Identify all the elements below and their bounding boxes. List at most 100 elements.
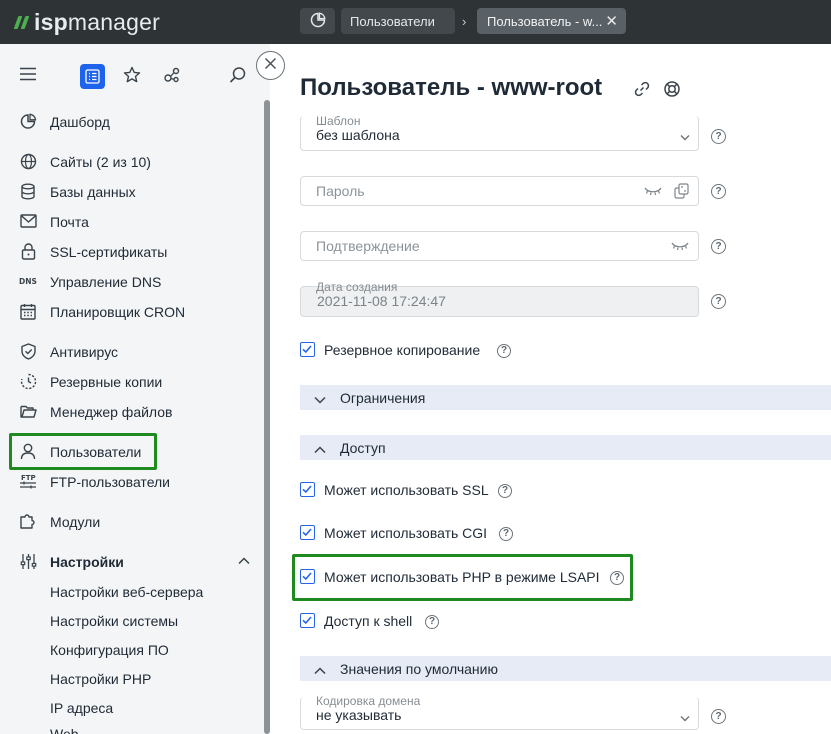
- domain-encoding-value: не указывать: [316, 707, 402, 723]
- modules-icon: [19, 512, 37, 530]
- breadcrumb-users[interactable]: Пользователи: [341, 8, 455, 34]
- folder-icon: [19, 402, 37, 420]
- globe-icon: [19, 152, 37, 170]
- domain-encoding-select[interactable]: Кодировка домена не указывать: [300, 694, 699, 730]
- hamburger-menu-icon[interactable]: [18, 64, 38, 84]
- php-lsapi-checkbox[interactable]: [300, 569, 315, 584]
- php-lsapi-label: Может использовать PHP в режиме LSAPI: [324, 569, 600, 585]
- shell-label: Доступ к shell: [324, 613, 413, 629]
- backup-help-icon[interactable]: ?: [497, 344, 511, 358]
- sidebar-subitem-webserver-settings[interactable]: Настройки веб-сервера: [50, 584, 203, 600]
- sidebar-item-ftp-users[interactable]: FTP FTP-пользователи: [0, 469, 264, 495]
- sidebar-subitem-ip-addresses[interactable]: IP адреса: [50, 700, 113, 716]
- sidebar-item-ssl[interactable]: SSL-сертификаты: [0, 239, 264, 265]
- top-bar: ispmanager Пользователи › Пользователь -…: [0, 0, 831, 44]
- cgi-checkbox-row[interactable]: Может использовать CGI: [300, 523, 500, 543]
- hide-password-icon[interactable]: [671, 239, 689, 257]
- ssl-label: Может использовать SSL: [324, 482, 489, 498]
- sidebar-item-dns[interactable]: DNS Управление DNS: [0, 269, 264, 295]
- confirm-placeholder: Подтверждение: [316, 238, 420, 254]
- mindmap-icon[interactable]: [162, 65, 182, 85]
- sidebar-subitem-php-settings[interactable]: Настройки PHP: [50, 671, 151, 687]
- sidebar-scrollbar[interactable]: [264, 100, 270, 734]
- template-label: Шаблон: [316, 114, 361, 128]
- sidebar: Дашборд Сайты (2 из 10) Базы данных Почт…: [0, 44, 270, 734]
- sidebar-item-modules[interactable]: Модули: [0, 509, 264, 535]
- ftp-icon: FTP: [19, 472, 37, 490]
- close-tab-icon[interactable]: ✕: [605, 12, 618, 30]
- sidebar-subitem-system-settings[interactable]: Настройки системы: [50, 613, 178, 629]
- sidebar-item-databases[interactable]: Базы данных: [0, 179, 264, 205]
- ssl-checkbox-row[interactable]: Может использовать SSL: [300, 480, 500, 500]
- sidebar-item-antivirus[interactable]: Антивирус: [0, 339, 264, 365]
- sidebar-item-file-manager[interactable]: Менеджер файлов: [0, 399, 264, 425]
- sidebar-item-label: Базы данных: [50, 184, 136, 200]
- mail-icon: [19, 212, 37, 230]
- hide-password-icon[interactable]: [644, 184, 662, 202]
- sidebar-item-label: Менеджер файлов: [50, 404, 173, 420]
- template-select[interactable]: Шаблон без шаблона: [300, 114, 699, 151]
- sidebar-item-dashboard[interactable]: Дашборд: [0, 109, 264, 135]
- star-icon[interactable]: [122, 65, 142, 85]
- creation-date-value: 2021-11-08 17:24:47: [317, 293, 446, 309]
- svg-text:FTP: FTP: [21, 474, 36, 482]
- sidebar-item-label: Почта: [50, 214, 89, 230]
- template-help-icon[interactable]: ?: [711, 129, 726, 144]
- close-form-button[interactable]: [256, 51, 285, 80]
- section-limits-label: Ограничения: [340, 390, 426, 406]
- shell-checkbox[interactable]: [300, 613, 315, 628]
- domain-encoding-help-icon[interactable]: ?: [711, 709, 726, 724]
- chevron-up-icon: [314, 662, 326, 678]
- sidebar-item-backups[interactable]: Резервные копии: [0, 369, 264, 395]
- section-defaults-label: Значения по умолчанию: [340, 661, 498, 677]
- database-icon: [19, 182, 37, 200]
- section-limits[interactable]: Ограничения: [300, 385, 831, 410]
- domain-encoding-label: Кодировка домена: [316, 694, 421, 708]
- sidebar-item-label: Настройки: [50, 554, 124, 570]
- section-access-label: Доступ: [340, 440, 386, 456]
- section-defaults[interactable]: Значения по умолчанию: [300, 656, 831, 681]
- cgi-checkbox[interactable]: [300, 525, 315, 540]
- ispmanager-logo[interactable]: ispmanager: [13, 8, 160, 36]
- search-icon[interactable]: [228, 65, 248, 85]
- password-confirm-field[interactable]: Подтверждение: [300, 231, 699, 261]
- confirm-help-icon[interactable]: ?: [711, 239, 726, 254]
- sidebar-subitem-software-config[interactable]: Конфигурация ПО: [50, 642, 169, 658]
- list-view-icon[interactable]: [80, 64, 105, 89]
- sidebar-item-label: FTP-пользователи: [50, 474, 170, 490]
- sidebar-item-settings[interactable]: Настройки: [0, 549, 264, 575]
- sidebar-item-sites[interactable]: Сайты (2 из 10): [0, 149, 264, 175]
- breadcrumb-active-tab[interactable]: Пользователь - w... ✕: [477, 8, 626, 34]
- generate-password-icon[interactable]: [674, 183, 689, 204]
- chevron-down-icon: [680, 709, 690, 727]
- creation-date-field: Дата создания 2021-11-08 17:24:47: [300, 280, 699, 317]
- section-access[interactable]: Доступ: [300, 435, 831, 460]
- password-field[interactable]: Пароль: [300, 176, 699, 206]
- sidebar-subitem-web[interactable]: Web...: [50, 726, 90, 734]
- password-placeholder: Пароль: [316, 183, 365, 199]
- svg-text:DNS: DNS: [19, 277, 37, 286]
- sidebar-item-mail[interactable]: Почта: [0, 209, 264, 235]
- shield-icon: [19, 342, 37, 360]
- shell-help-icon[interactable]: ?: [425, 615, 439, 629]
- cgi-label: Может использовать CGI: [324, 525, 488, 541]
- creation-date-help-icon[interactable]: ?: [711, 294, 726, 309]
- dashboard-tab-button[interactable]: [300, 8, 335, 34]
- backup-checkbox[interactable]: [300, 342, 315, 357]
- link-icon[interactable]: [633, 80, 651, 98]
- php-lsapi-checkbox-row[interactable]: Может использовать PHP в режиме LSAPI: [300, 567, 610, 587]
- password-help-icon[interactable]: ?: [711, 184, 726, 199]
- ssl-help-icon[interactable]: ?: [498, 484, 512, 498]
- chevron-up-icon: [314, 441, 326, 457]
- chevron-up-icon[interactable]: [238, 552, 250, 570]
- breadcrumb-users-label: Пользователи: [350, 13, 435, 29]
- ssl-checkbox[interactable]: [300, 482, 315, 497]
- shell-checkbox-row[interactable]: Доступ к shell: [300, 611, 430, 631]
- php-lsapi-help-icon[interactable]: ?: [610, 571, 624, 585]
- cgi-help-icon[interactable]: ?: [499, 527, 513, 541]
- sidebar-item-cron[interactable]: Планировщик CRON: [0, 299, 264, 325]
- sidebar-item-label: Резервные копии: [50, 374, 163, 390]
- backup-checkbox-row[interactable]: Резервное копирование: [300, 340, 530, 360]
- lifebuoy-help-icon[interactable]: [663, 80, 681, 98]
- logo-mark: [20, 15, 30, 29]
